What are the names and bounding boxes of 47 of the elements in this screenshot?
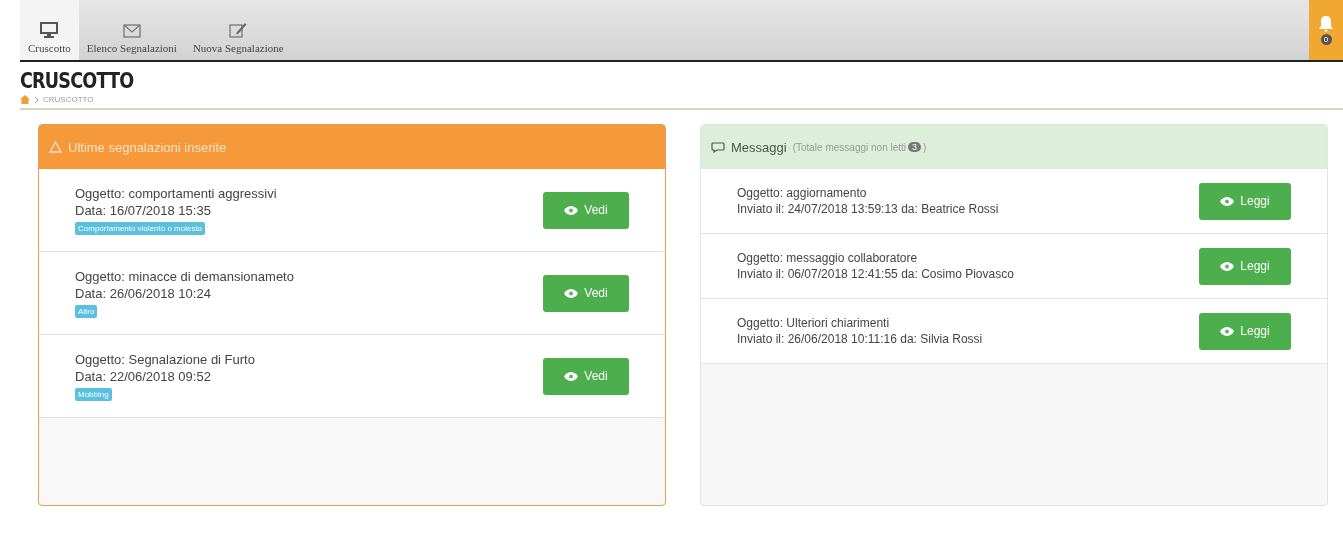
report-date: Data: 22/06/2018 09:52 bbox=[75, 368, 212, 384]
warning-icon bbox=[49, 141, 62, 153]
panel-title: Ultime segnalazioni inserite bbox=[68, 139, 227, 155]
edit-icon bbox=[229, 22, 248, 38]
view-button[interactable]: Vedi bbox=[543, 357, 629, 395]
message-subject: Oggetto: Ulteriori chiarimenti bbox=[737, 316, 891, 330]
eye-icon bbox=[564, 205, 579, 215]
notifications-button[interactable]: 0 bbox=[1309, 0, 1343, 60]
message-subject: Oggetto: aggiornamento bbox=[737, 186, 868, 200]
page-title: CRUSCOTTO bbox=[20, 68, 134, 93]
nav-tab[interactable]: Cruscotto bbox=[20, 0, 79, 60]
category-tag: Mobbing bbox=[75, 387, 112, 401]
message-info: Inviato il: 06/07/2018 12:41:55 da: Cosimo Piovasco bbox=[737, 267, 1014, 281]
read-button[interactable]: Leggi bbox=[1199, 182, 1291, 220]
message-info: Inviato il: 26/06/2018 10:11:16 da: Silvia Rossi bbox=[737, 332, 983, 346]
eye-icon bbox=[1220, 261, 1235, 271]
view-button[interactable]: Vedi bbox=[543, 191, 629, 229]
monitor-icon bbox=[40, 22, 59, 38]
unread-label-end: ) bbox=[923, 141, 927, 153]
chevron-icon bbox=[34, 95, 39, 104]
category-tag: Altro bbox=[75, 304, 98, 318]
eye-icon bbox=[564, 371, 579, 381]
read-button[interactable]: Leggi bbox=[1199, 312, 1291, 350]
eye-icon bbox=[564, 288, 579, 298]
unread-count: 3 bbox=[908, 142, 922, 152]
eye-icon bbox=[1220, 326, 1235, 336]
report-subject: Oggetto: minacce di demansionameto bbox=[75, 268, 294, 284]
home-icon[interactable] bbox=[20, 95, 30, 104]
report-subject: Oggetto: Segnalazione di Furto bbox=[75, 351, 255, 367]
report-subject: Oggetto: comportamenti aggressivi bbox=[75, 185, 277, 201]
read-button[interactable]: Leggi bbox=[1199, 247, 1291, 285]
bell-icon bbox=[1319, 15, 1333, 32]
message-info: Inviato il: 24/07/2018 13:59:13 da: Beatrice Rossi bbox=[737, 202, 999, 216]
nav-tab[interactable]: Nuova Segnalazione bbox=[184, 0, 292, 60]
eye-icon bbox=[1220, 196, 1235, 206]
notification-count: 0 bbox=[1320, 33, 1332, 45]
unread-label: (Totale messaggi non letti bbox=[792, 141, 907, 153]
panel-title: Messaggi bbox=[731, 139, 787, 155]
report-date: Data: 16/07/2018 15:35 bbox=[75, 202, 212, 218]
report-date: Data: 26/06/2018 10:24 bbox=[75, 285, 212, 301]
chat-icon bbox=[711, 141, 725, 153]
nav-tab[interactable]: Elenco Segnalazioni bbox=[78, 0, 185, 60]
envelope-icon bbox=[122, 24, 141, 38]
category-tag: Comportamento violento o molesto bbox=[75, 221, 206, 235]
breadcrumb-item[interactable]: CRUSCOTTO bbox=[43, 95, 94, 104]
message-subject: Oggetto: messaggio collaboratore bbox=[737, 251, 919, 265]
view-button[interactable]: Vedi bbox=[543, 274, 629, 312]
